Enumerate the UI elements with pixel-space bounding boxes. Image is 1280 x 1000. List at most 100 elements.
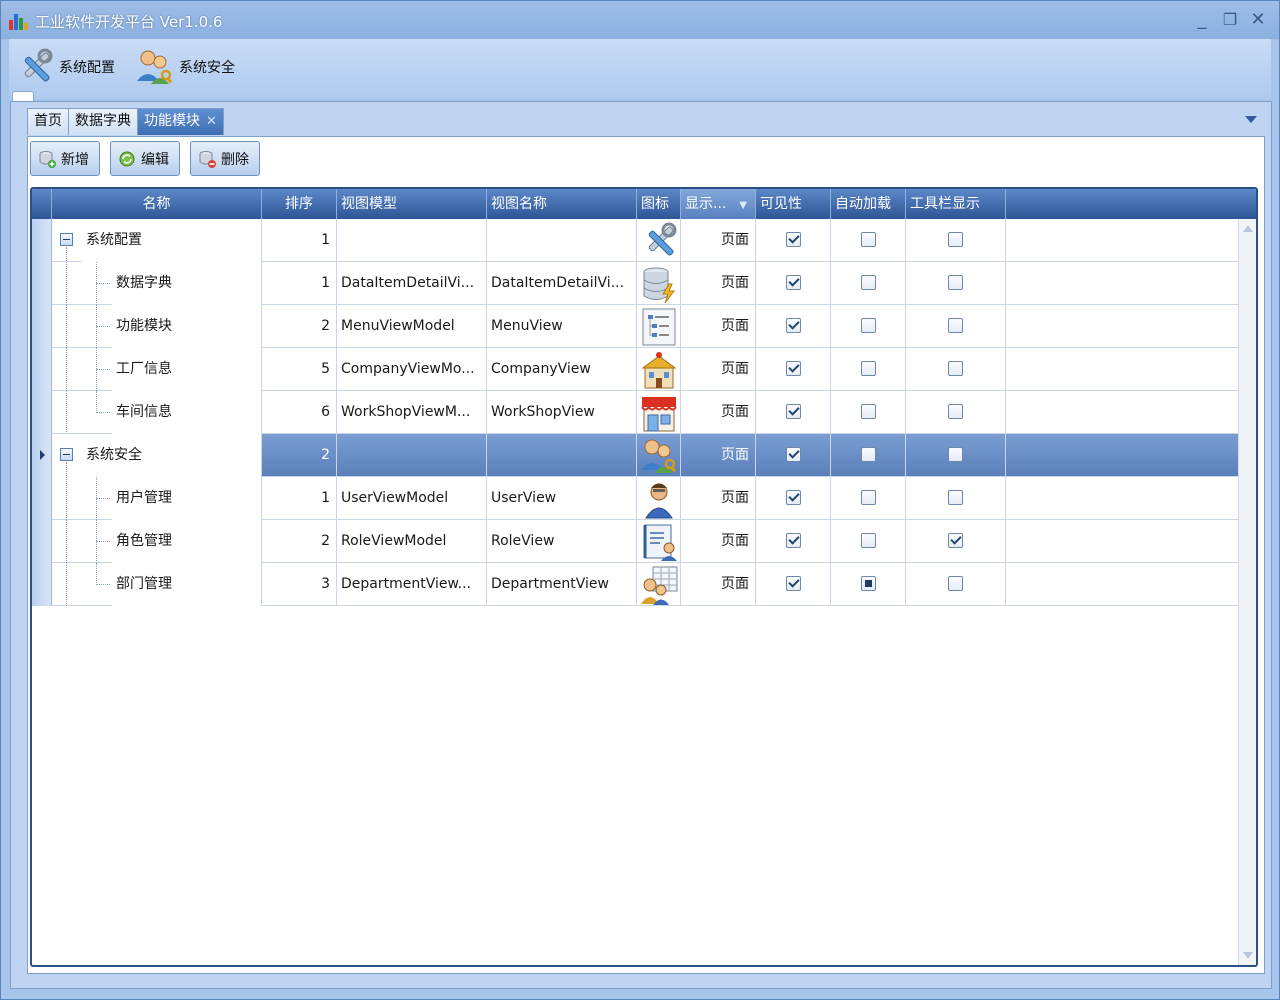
cell-autoload[interactable] (831, 434, 906, 477)
cell-visible[interactable] (756, 305, 831, 348)
checkbox-toolbar[interactable] (948, 532, 963, 548)
cell-autoload[interactable] (831, 520, 906, 563)
checkbox-visible[interactable] (785, 489, 801, 505)
ribbon-system-security[interactable]: 系统安全 (135, 43, 235, 91)
cell-visible[interactable] (756, 434, 831, 477)
table-row[interactable]: 用户管理 1 UserViewModel UserView 页面 (32, 477, 1238, 520)
close-button[interactable]: ✕ (1247, 9, 1269, 31)
add-button[interactable]: 新增 (30, 141, 100, 176)
table-row[interactable]: 系统安全 2 页面 (32, 434, 1238, 477)
cell-autoload[interactable] (831, 391, 906, 434)
checkbox-autoload[interactable] (860, 231, 876, 247)
cell-autoload[interactable] (831, 219, 906, 262)
cell-visible[interactable] (756, 563, 831, 606)
checkbox-visible[interactable] (785, 403, 801, 419)
table-row[interactable]: 工厂信息 5 CompanyViewMo... CompanyView 页面 (32, 348, 1238, 391)
cell-visible[interactable] (756, 262, 831, 305)
checkbox-autoload[interactable] (860, 403, 876, 419)
row-indicator[interactable] (32, 563, 52, 606)
checkbox-toolbar[interactable] (948, 446, 963, 462)
filter-icon[interactable]: ▼ (739, 191, 747, 219)
row-indicator[interactable] (32, 434, 52, 477)
tab-home[interactable]: 首页 (27, 108, 69, 135)
checkbox-autoload[interactable] (860, 360, 876, 376)
column-header-autoload[interactable]: 自动加载 (831, 189, 906, 219)
checkbox-visible[interactable] (785, 446, 801, 462)
ribbon-system-config[interactable]: 系统配置 (15, 43, 115, 91)
cell-visible[interactable] (756, 477, 831, 520)
cell-toolbar[interactable] (906, 391, 1006, 434)
table-row[interactable]: 部门管理 3 DepartmentView... DepartmentView 页面 (32, 563, 1238, 606)
table-row[interactable]: 角色管理 2 RoleViewModel RoleView 页面 (32, 520, 1238, 563)
cell-visible[interactable] (756, 391, 831, 434)
column-header-viewname[interactable]: 视图名称 (487, 189, 637, 219)
title-bar[interactable]: 工业软件开发平台 Ver1.0.6 _ ❐ ✕ (1, 1, 1279, 39)
checkbox-autoload[interactable] (860, 274, 876, 290)
checkbox-visible[interactable] (785, 317, 801, 333)
delete-button[interactable]: 删除 (190, 141, 260, 176)
column-header-name[interactable]: 名称 (52, 189, 262, 219)
row-indicator[interactable] (32, 520, 52, 563)
row-indicator[interactable] (32, 219, 52, 262)
cell-autoload[interactable] (831, 262, 906, 305)
table-row[interactable]: 车间信息 6 WorkShopViewM... WorkShopView 页面 (32, 391, 1238, 434)
cell-autoload[interactable] (831, 563, 906, 606)
cell-visible[interactable] (756, 520, 831, 563)
cell-autoload[interactable] (831, 348, 906, 391)
column-header-viewmodel[interactable]: 视图模型 (337, 189, 487, 219)
column-header-display[interactable]: 显示... ▼ (681, 189, 756, 219)
checkbox-autoload[interactable] (860, 532, 876, 548)
tab-close-icon[interactable]: ✕ (206, 114, 217, 129)
collapse-toggle-icon[interactable] (60, 233, 73, 246)
cell-toolbar[interactable] (906, 520, 1006, 563)
vertical-scrollbar[interactable] (1238, 219, 1256, 965)
row-indicator[interactable] (32, 477, 52, 520)
checkbox-visible[interactable] (785, 532, 801, 548)
checkbox-autoload[interactable] (860, 575, 876, 591)
row-indicator[interactable] (32, 305, 52, 348)
maximize-button[interactable]: ❐ (1219, 9, 1241, 31)
tab-list-dropdown-icon[interactable] (1245, 116, 1257, 123)
checkbox-toolbar[interactable] (948, 274, 963, 290)
checkbox-autoload[interactable] (860, 489, 876, 505)
scroll-up-icon[interactable] (1243, 225, 1253, 232)
cell-toolbar[interactable] (906, 563, 1006, 606)
checkbox-toolbar[interactable] (948, 575, 963, 591)
cell-visible[interactable] (756, 348, 831, 391)
checkbox-visible[interactable] (785, 575, 801, 591)
checkbox-autoload[interactable] (860, 446, 876, 462)
edit-button[interactable]: 编辑 (110, 141, 180, 176)
cell-autoload[interactable] (831, 305, 906, 348)
checkbox-toolbar[interactable] (948, 231, 963, 247)
checkbox-visible[interactable] (785, 231, 801, 247)
scroll-down-icon[interactable] (1243, 952, 1253, 959)
checkbox-visible[interactable] (785, 360, 801, 376)
ribbon-collapse-tab[interactable] (12, 91, 34, 101)
column-header-visible[interactable]: 可见性 (756, 189, 831, 219)
column-header-toolbar[interactable]: 工具栏显示 (906, 189, 1006, 219)
cell-toolbar[interactable] (906, 477, 1006, 520)
table-row[interactable]: 数据字典 1 DataItemDetailVi... DataItemDetailVi… (32, 262, 1238, 305)
cell-visible[interactable] (756, 219, 831, 262)
checkbox-toolbar[interactable] (948, 317, 963, 333)
checkbox-toolbar[interactable] (948, 403, 963, 419)
cell-autoload[interactable] (831, 477, 906, 520)
checkbox-toolbar[interactable] (948, 489, 963, 505)
checkbox-visible[interactable] (785, 274, 801, 290)
collapse-toggle-icon[interactable] (60, 448, 73, 461)
cell-toolbar[interactable] (906, 348, 1006, 391)
column-header-order[interactable]: 排序 (262, 189, 337, 219)
cell-toolbar[interactable] (906, 434, 1006, 477)
minimize-button[interactable]: _ (1191, 9, 1213, 31)
table-row[interactable]: 系统配置 1 页面 (32, 219, 1238, 262)
cell-toolbar[interactable] (906, 219, 1006, 262)
row-indicator[interactable] (32, 348, 52, 391)
row-indicator[interactable] (32, 391, 52, 434)
row-indicator[interactable] (32, 262, 52, 305)
checkbox-toolbar[interactable] (948, 360, 963, 376)
cell-toolbar[interactable] (906, 305, 1006, 348)
cell-toolbar[interactable] (906, 262, 1006, 305)
tab-function-module[interactable]: 功能模块 ✕ (137, 108, 224, 135)
tab-data-dictionary[interactable]: 数据字典 (68, 108, 138, 135)
checkbox-autoload[interactable] (860, 317, 876, 333)
